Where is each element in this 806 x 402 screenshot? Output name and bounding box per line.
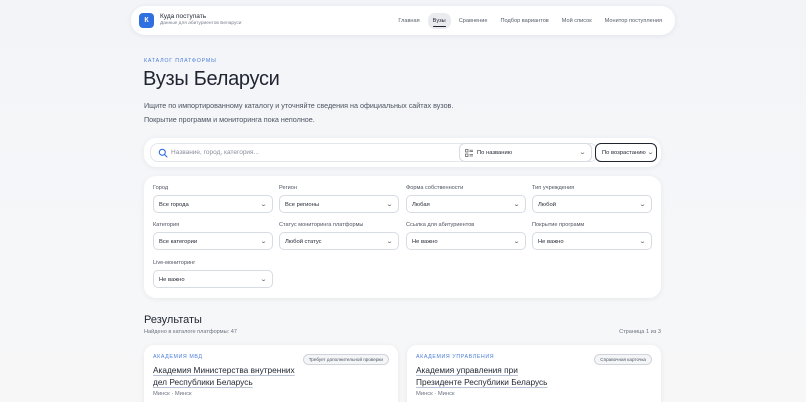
chevron-down-icon: ⌄ xyxy=(259,277,268,283)
sort-icon xyxy=(465,149,473,157)
chevron-down-icon: ⌄ xyxy=(638,239,647,245)
filter-value: Не важно xyxy=(159,276,185,283)
search-placeholder: Название, город, категория... xyxy=(171,149,259,156)
filter-value: Все категории xyxy=(159,238,198,245)
sort-select[interactable]: По названию ⌄ xyxy=(459,143,592,162)
top-navigation: К Куда поступать Данные для абитуриентов… xyxy=(131,6,675,35)
brand[interactable]: К Куда поступать Данные для абитуриентов… xyxy=(139,13,241,28)
order-value: По возрастанию xyxy=(602,150,646,156)
results-count: Найдено в каталоге платформы: 47 xyxy=(144,329,237,335)
university-card[interactable]: АКАДЕМИЯ МВД Требует дополнительной пров… xyxy=(144,345,398,402)
card-location: Минск · Минск xyxy=(416,391,455,397)
filter-live-monitoring: Live-мониторинг Не важно ⌄ xyxy=(153,260,273,288)
chevron-down-icon: ⌄ xyxy=(259,239,268,245)
nav-item-monitor[interactable]: Монитор поступления xyxy=(600,13,667,29)
filter-region-select[interactable]: Все регионы ⌄ xyxy=(279,195,399,213)
chevron-down-icon: ⌄ xyxy=(512,202,521,208)
card-title-link[interactable]: Академия Министерства внутренних дел Рес… xyxy=(153,364,301,388)
filter-value: Не важно xyxy=(412,238,438,245)
filter-applicant-link-select[interactable]: Не важно ⌄ xyxy=(406,232,526,250)
filter-label: Регион xyxy=(279,185,297,191)
sort-value: По названию xyxy=(477,150,513,156)
card-title-link[interactable]: Академия управления при Президенте Респу… xyxy=(416,364,564,388)
filter-institution-type-select[interactable]: Любой ⌄ xyxy=(532,195,652,213)
chevron-down-icon: ⌄ xyxy=(385,202,394,208)
filter-live-monitoring-select[interactable]: Не важно ⌄ xyxy=(153,270,273,288)
filter-value: Не важно xyxy=(538,238,564,245)
brand-logo: К xyxy=(139,13,154,28)
filters-panel: Город Все города ⌄ Регион Все регионы ⌄ … xyxy=(144,176,661,298)
results-page-indicator: Страница 1 из 3 xyxy=(619,329,661,335)
nav-item-compare[interactable]: Сравнение xyxy=(454,13,493,29)
filter-category-select[interactable]: Все категории ⌄ xyxy=(153,232,273,250)
filter-value: Все регионы xyxy=(285,201,319,208)
chevron-down-icon: ⌄ xyxy=(646,150,655,156)
filter-value: Любая xyxy=(412,201,430,208)
filter-value: Любой статус xyxy=(285,238,322,245)
page-title: Вузы Беларуси xyxy=(143,68,280,90)
order-select[interactable]: По возрастанию ⌄ xyxy=(595,143,657,162)
search-icon xyxy=(158,148,168,158)
filter-program-coverage-select[interactable]: Не важно ⌄ xyxy=(532,232,652,250)
page-subtitle: Ищите по импортированному каталогу и уто… xyxy=(144,99,484,126)
search-bar: Название, город, категория... По названи… xyxy=(144,138,661,167)
filter-program-coverage: Покрытие программ Не важно ⌄ xyxy=(532,222,652,250)
filter-value: Все города xyxy=(159,201,189,208)
status-badge: Требует дополнительной проверки xyxy=(302,354,389,365)
filter-label: Статус мониторинга платформы xyxy=(279,222,364,228)
filter-label: Форма собственности xyxy=(406,185,464,191)
filter-label: Город xyxy=(153,185,169,191)
chevron-down-icon: ⌄ xyxy=(259,202,268,208)
filter-institution-type: Тип учреждения Любой ⌄ xyxy=(532,185,652,213)
filter-ownership: Форма собственности Любая ⌄ xyxy=(406,185,526,213)
chevron-down-icon: ⌄ xyxy=(638,202,647,208)
brand-subtitle: Данные для абитуриентов Беларуси xyxy=(160,21,242,27)
nav-item-matching[interactable]: Подбор вариантов xyxy=(495,13,553,29)
main-nav: Главная Вузы Сравнение Подбор вариантов … xyxy=(390,12,667,29)
university-card[interactable]: АКАДЕМИЯ УПРАВЛЕНИЯ Справочная карточка … xyxy=(407,345,661,402)
brand-title: Куда поступать xyxy=(160,12,207,20)
chevron-down-icon: ⌄ xyxy=(578,150,587,156)
page-kicker: КАТАЛОГ ПЛАТФОРМЫ xyxy=(144,58,217,64)
filter-monitoring-status: Статус мониторинга платформы Любой стату… xyxy=(279,222,399,250)
card-location: Минск · Минск xyxy=(153,391,192,397)
chevron-down-icon: ⌄ xyxy=(512,239,521,245)
nav-item-home[interactable]: Главная xyxy=(393,13,424,29)
filter-city-select[interactable]: Все города ⌄ xyxy=(153,195,273,213)
nav-item-universities[interactable]: Вузы xyxy=(427,12,451,29)
status-badge: Справочная карточка xyxy=(594,354,652,365)
filter-label: Ссылка для абитуриентов xyxy=(406,222,475,228)
card-category: АКАДЕМИЯ МВД xyxy=(153,354,203,360)
filter-ownership-select[interactable]: Любая ⌄ xyxy=(406,195,526,213)
filter-category: Категория Все категории ⌄ xyxy=(153,222,273,250)
filter-applicant-link: Ссылка для абитуриентов Не важно ⌄ xyxy=(406,222,526,250)
nav-item-my-list[interactable]: Мой список xyxy=(557,13,597,29)
chevron-down-icon: ⌄ xyxy=(385,239,394,245)
subtitle-line-1: Ищите по импортированному каталогу и уто… xyxy=(144,101,454,110)
filter-value: Любой xyxy=(538,201,556,208)
filter-label: Категория xyxy=(153,222,180,228)
filter-monitoring-status-select[interactable]: Любой статус ⌄ xyxy=(279,232,399,250)
filter-label: Тип учреждения xyxy=(532,185,575,191)
filter-region: Регион Все регионы ⌄ xyxy=(279,185,399,213)
results-heading: Результаты xyxy=(144,314,202,326)
filter-label: Покрытие программ xyxy=(532,222,585,228)
card-category: АКАДЕМИЯ УПРАВЛЕНИЯ xyxy=(416,354,495,360)
filter-city: Город Все города ⌄ xyxy=(153,185,273,213)
filter-label: Live-мониторинг xyxy=(153,260,196,266)
subtitle-line-2: Покрытие программ и мониторинга пока неп… xyxy=(144,114,315,124)
